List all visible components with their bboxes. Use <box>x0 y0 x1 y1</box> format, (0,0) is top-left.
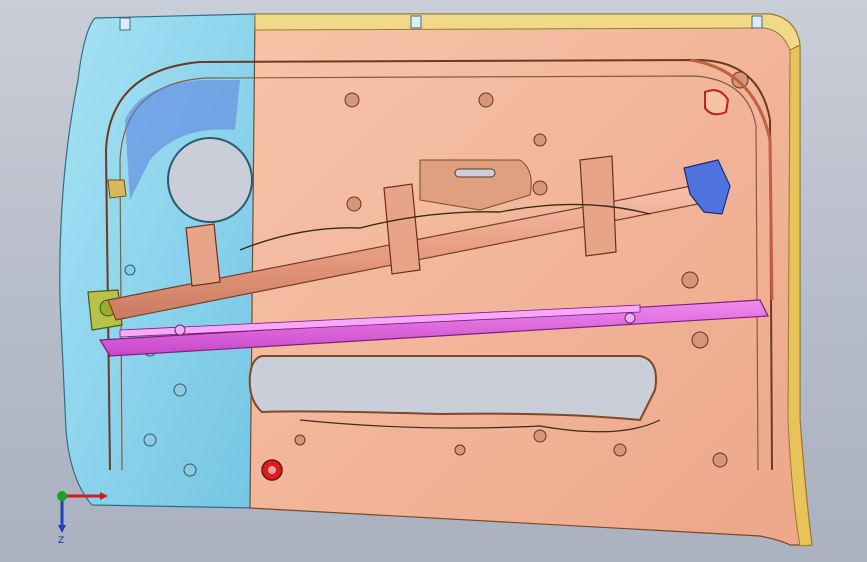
rear-edge-flange <box>787 44 813 547</box>
triad-y-axis-dot <box>57 491 67 501</box>
speaker-cutout <box>167 137 253 223</box>
rail-mount-left <box>174 324 186 336</box>
red-marker-center <box>268 466 276 474</box>
left-wire-clip <box>107 179 127 199</box>
triad-z-label: Z <box>58 536 64 546</box>
rear-trim-pocket <box>704 89 730 116</box>
upper-slot <box>454 168 496 178</box>
cad-viewport[interactable]: Z <box>0 0 867 562</box>
right-panel-section <box>249 13 813 546</box>
lower-access-opening <box>248 355 657 422</box>
door-inner-panel-model[interactable]: Z <box>0 0 867 562</box>
coordinate-triad: Z <box>57 491 108 546</box>
rail-mount-right <box>624 312 636 324</box>
triad-z-arrow <box>58 525 66 533</box>
